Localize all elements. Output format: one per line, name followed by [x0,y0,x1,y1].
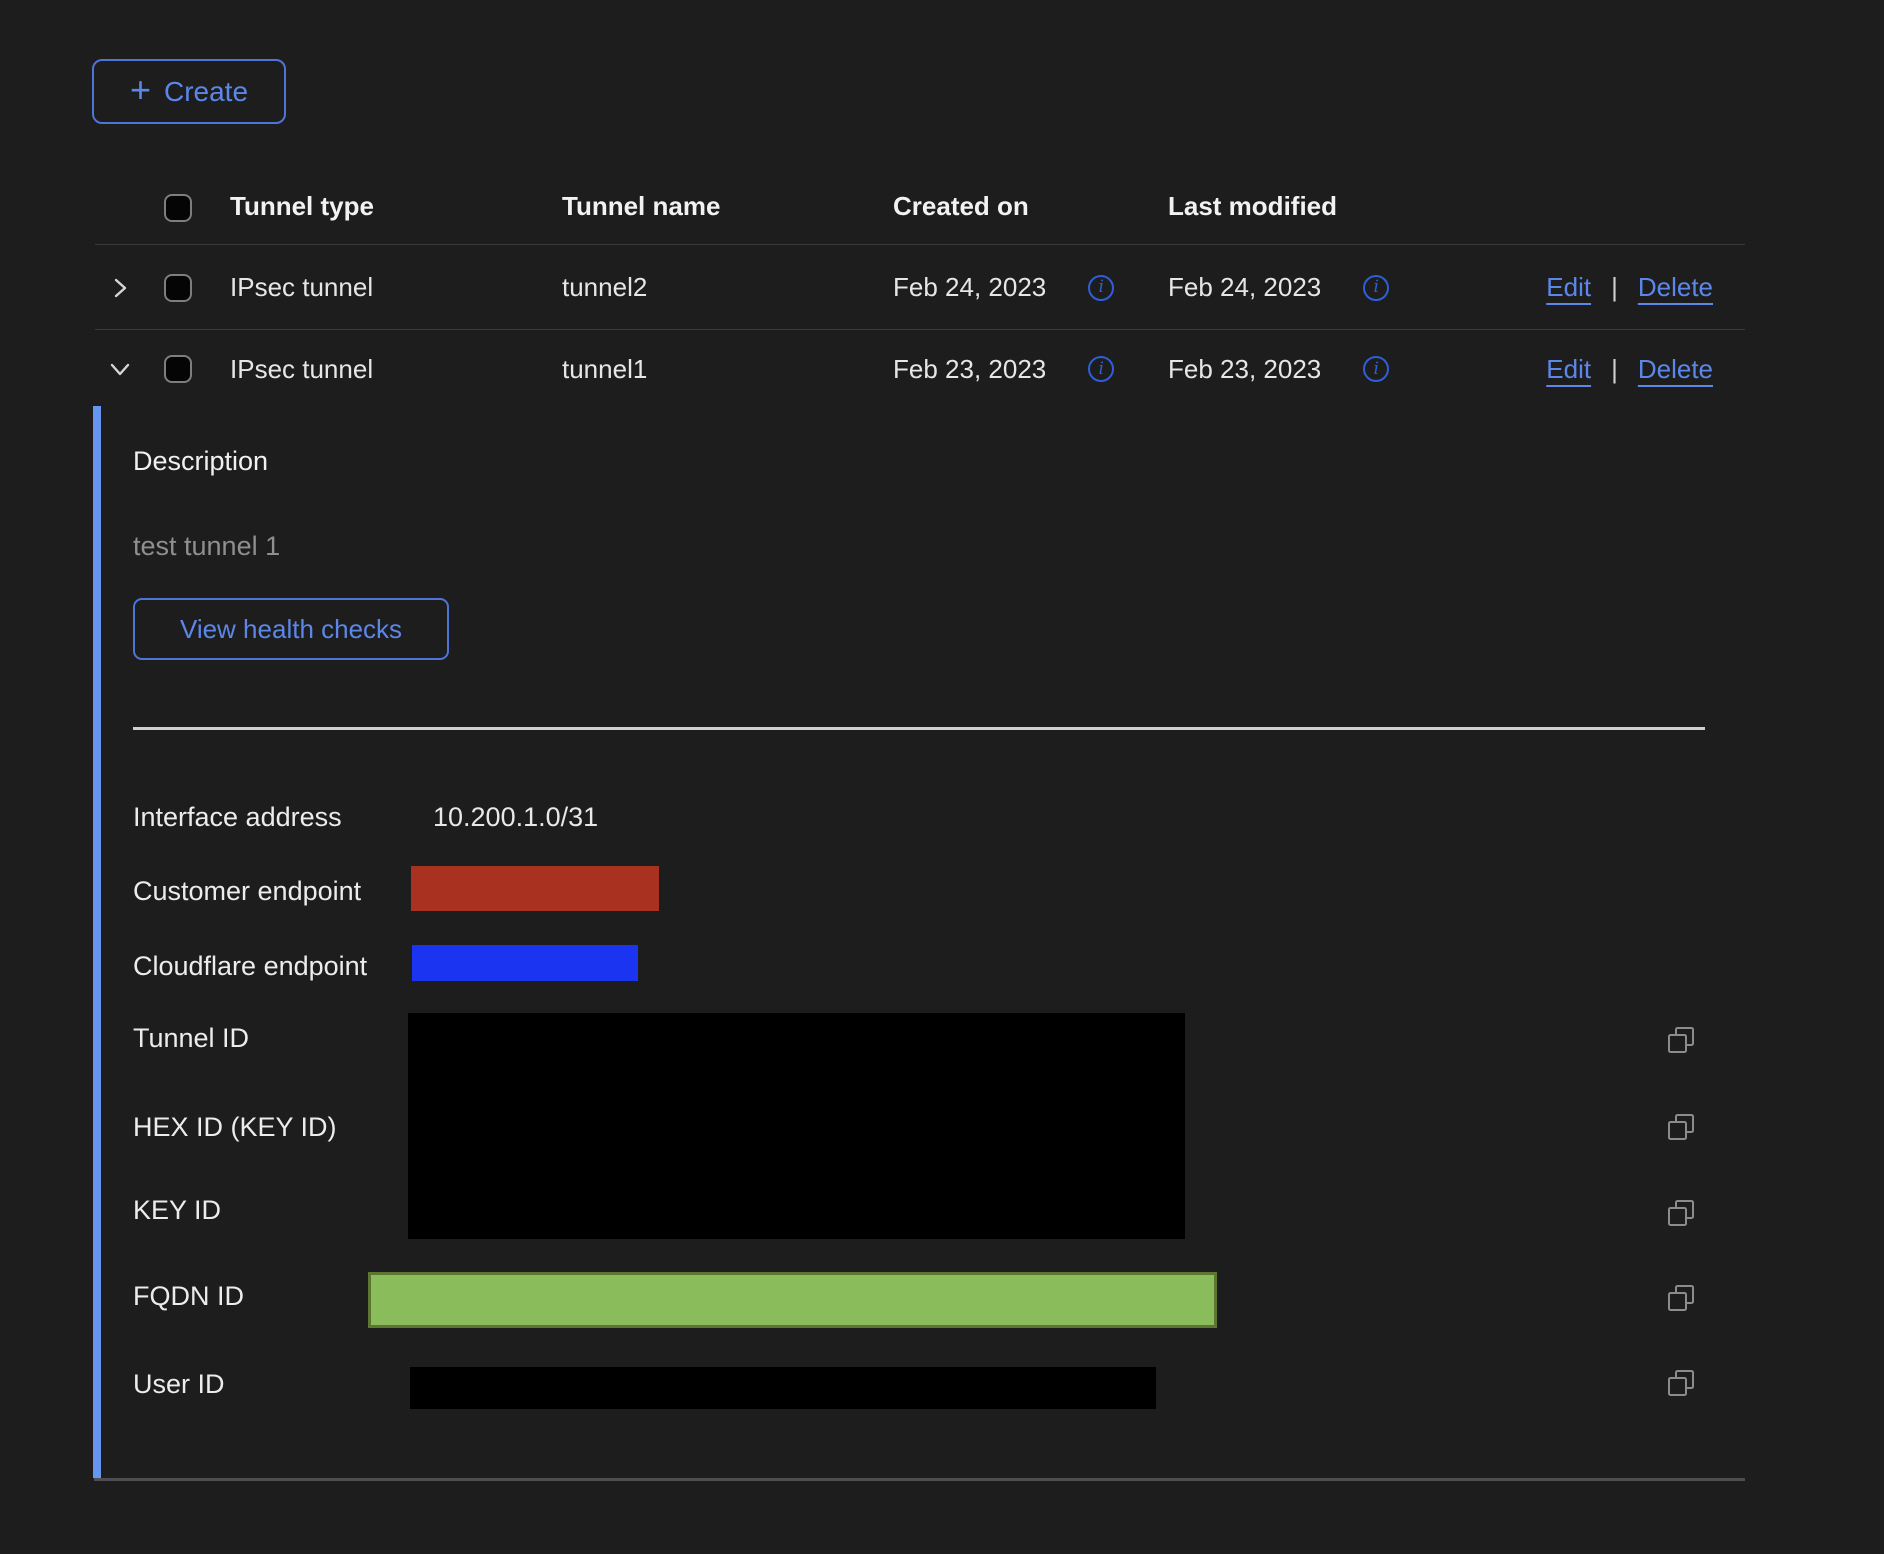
info-icon[interactable]: i [1088,275,1114,301]
actions-separator: | [1611,272,1618,303]
chevron-right-icon [108,276,132,300]
delete-link[interactable]: Delete [1638,272,1713,303]
cloudflare-endpoint-label: Cloudflare endpoint [133,949,367,983]
modified-date: Feb 23, 2023 [1168,354,1321,385]
view-health-checks-button[interactable]: View health checks [133,598,449,660]
cell-tunnel-name: tunnel1 [562,354,893,385]
cell-last-modified: Feb 23, 2023 i [1168,354,1468,385]
edit-link[interactable]: Edit [1546,272,1591,303]
expanded-row-indicator-bar [93,406,101,1478]
header-last-modified: Last modified [1168,191,1468,222]
edit-link[interactable]: Edit [1546,354,1591,385]
header-created-on: Created on [893,191,1168,222]
select-all-checkbox[interactable] [164,194,192,222]
user-id-redacted-value [410,1367,1156,1409]
copy-fqdn-id-button[interactable] [1666,1283,1696,1313]
cell-created-on: Feb 23, 2023 i [893,354,1168,385]
modified-date: Feb 24, 2023 [1168,272,1321,303]
description-value: test tunnel 1 [133,531,280,562]
cell-actions: Edit | Delete [1468,272,1745,303]
copy-icon [1666,1198,1696,1228]
cell-last-modified: Feb 24, 2023 i [1168,272,1468,303]
customer-endpoint-label: Customer endpoint [133,874,361,908]
fqdn-id-highlighted-value [368,1272,1217,1328]
hex-id-label: HEX ID (KEY ID) [133,1110,337,1144]
info-icon[interactable]: i [1363,275,1389,301]
customer-endpoint-redacted-value [411,866,659,911]
row-checkbox[interactable] [164,274,192,302]
collapse-row-button[interactable] [95,357,145,381]
copy-icon [1666,1283,1696,1313]
plus-icon: + [130,72,151,108]
row-checkbox[interactable] [164,355,192,383]
copy-tunnel-id-button[interactable] [1666,1025,1696,1055]
actions-separator: | [1611,354,1618,385]
cloudflare-endpoint-redacted-value [412,945,638,981]
create-button[interactable]: + Create [92,59,286,124]
chevron-down-icon [108,357,132,381]
cell-tunnel-type: IPsec tunnel [230,354,562,385]
expand-row-button[interactable] [95,276,145,300]
delete-link[interactable]: Delete [1638,354,1713,385]
cell-created-on: Feb 24, 2023 i [893,272,1168,303]
header-tunnel-type: Tunnel type [230,191,562,222]
tunnels-page: + Create Tunnel type Tunnel name Created… [0,0,1884,1554]
table-header-row: Tunnel type Tunnel name Created on Last … [95,145,1745,245]
table-bottom-border [94,1478,1745,1481]
panel-divider [133,727,1705,730]
copy-hex-id-button[interactable] [1666,1112,1696,1142]
copy-user-id-button[interactable] [1666,1368,1696,1398]
info-icon[interactable]: i [1363,356,1389,382]
created-date: Feb 23, 2023 [893,354,1046,385]
copy-icon [1666,1368,1696,1398]
fqdn-id-label: FQDN ID [133,1279,244,1313]
info-icon[interactable]: i [1088,356,1114,382]
copy-icon [1666,1112,1696,1142]
table-row: IPsec tunnel tunnel2 Feb 24, 2023 i Feb … [95,246,1745,330]
table-row: IPsec tunnel tunnel1 Feb 23, 2023 i Feb … [95,330,1745,408]
cell-tunnel-name: tunnel2 [562,272,893,303]
interface-address-value: 10.200.1.0/31 [433,800,598,834]
header-tunnel-name: Tunnel name [562,191,893,222]
key-id-label: KEY ID [133,1193,221,1227]
user-id-label: User ID [133,1367,225,1401]
description-label: Description [133,446,268,477]
create-button-label: Create [164,76,248,108]
copy-icon [1666,1025,1696,1055]
tunnel-id-label: Tunnel ID [133,1021,249,1055]
cell-tunnel-type: IPsec tunnel [230,272,562,303]
cell-actions: Edit | Delete [1468,354,1745,385]
ids-redacted-block [408,1013,1185,1239]
copy-key-id-button[interactable] [1666,1198,1696,1228]
interface-address-label: Interface address [133,800,342,834]
created-date: Feb 24, 2023 [893,272,1046,303]
